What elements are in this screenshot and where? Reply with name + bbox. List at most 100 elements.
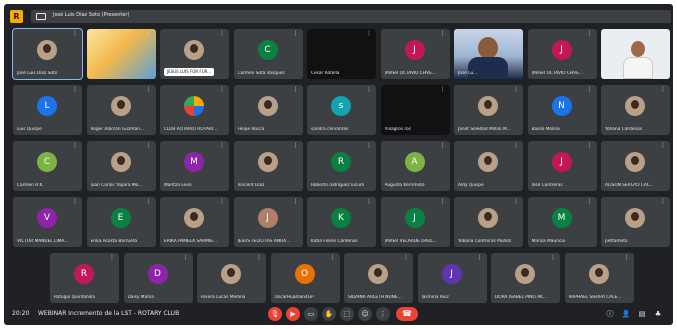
participant-tile[interactable]: ⋮ pettamoto (601, 197, 670, 247)
more-options-icon[interactable]: ⋮ (146, 31, 152, 37)
more-options-icon[interactable]: ⋮ (477, 255, 483, 261)
more-options-icon[interactable]: ⋮ (366, 143, 372, 149)
participant-tile[interactable]: C ⋮ Carmen Sota Vasquez (233, 29, 303, 79)
more-options-icon[interactable]: ⋮ (219, 143, 225, 149)
participant-tile[interactable]: ⋮ Aldy Quispe (454, 141, 523, 191)
more-options-icon[interactable]: ⋮ (219, 87, 225, 93)
participant-tile[interactable]: L ⋮ Luis Quispe (13, 85, 82, 135)
participant-tile[interactable]: J ⋮ Jasmina Ruiz (417, 253, 487, 303)
more-options-icon[interactable]: ⋮ (587, 87, 593, 93)
mic-off-icon[interactable]: 🎙 (268, 307, 282, 321)
more-options-icon[interactable]: ⋮ (219, 31, 225, 37)
more-options-icon[interactable]: ⋮ (183, 255, 189, 261)
participant-tile[interactable]: R ⋮ Rafugio Quintanilla (50, 253, 119, 303)
more-options-icon[interactable]: ⋮ (72, 31, 78, 37)
more-options-icon[interactable]: ⋮ (440, 31, 446, 37)
more-options-icon[interactable]: ⋮ (256, 255, 262, 261)
participant-tile[interactable]: ⋮ (601, 29, 670, 79)
participant-tile[interactable]: A ⋮ Augusto Kerrimoto (380, 141, 450, 191)
participant-tile[interactable]: C ⋮ Carmen R.K. (13, 141, 82, 191)
participant-tile[interactable]: ⋮ Juan Carlos Yapara Mo... (86, 141, 156, 191)
participant-tile[interactable]: K ⋮ Katia Flores Cardenas (307, 197, 376, 247)
participant-tile[interactable]: O ⋮ OscarHuaman4GP (270, 253, 340, 303)
more-options-icon[interactable]: ⋮ (146, 199, 152, 205)
more-options-icon[interactable]: ⋮ (72, 143, 78, 149)
participant-tile[interactable]: ⋮ Cesar Rotella (307, 29, 376, 79)
participant-tile[interactable]: J ⋮ JAVIER OCTAVIO CHVE... (380, 29, 450, 79)
more-options-icon[interactable]: ⋮ (513, 87, 519, 93)
more-options-icon[interactable]: ⋮ (109, 255, 115, 261)
more-options-icon[interactable]: ⋮ (146, 87, 152, 93)
chat-icon[interactable]: ▤ (637, 309, 647, 319)
hand-icon[interactable]: ✋ (322, 307, 336, 321)
participant-tile[interactable]: J ⋮ José Contreras (527, 141, 597, 191)
end-call-button[interactable]: ☎ (396, 307, 418, 321)
participant-tile[interactable]: J ⋮ JAVIER OCTAVIO CHVE... (527, 29, 597, 79)
more-options-icon[interactable]: ⋮ (293, 199, 299, 205)
emoji-icon[interactable]: ☺ (358, 307, 372, 321)
participant-tile[interactable]: N ⋮ Basilo Molina (527, 85, 597, 135)
more-options-icon[interactable]: ⋮ (513, 143, 519, 149)
people-icon[interactable]: 👤 (621, 309, 631, 319)
participant-tile[interactable]: ⋮ ERIKA PAMELA SARMIE... (160, 197, 229, 247)
more-options-icon[interactable]: ⋮ (440, 143, 446, 149)
participant-tile[interactable]: J ⋮ JESUS FELICITAS ANUA... (233, 197, 303, 247)
participant-tile[interactable]: D ⋮ Daisy Mama (123, 253, 193, 303)
participant-tile[interactable]: M ⋮ Maritza Leon (160, 141, 229, 191)
participant-tile[interactable]: ⋮ DORA ISABEL PINO AK... (491, 253, 560, 303)
more-options-icon[interactable]: ⋮ (440, 199, 446, 205)
participant-tile[interactable]: M ⋮ Marisa Mauricio (527, 197, 597, 247)
participant-tile[interactable]: ⋮ milagros ros (380, 85, 450, 135)
presentation-banner[interactable]: José Luis Díaz Soto (Presenter) (31, 10, 671, 23)
more-options-icon[interactable]: ⋮ (660, 31, 666, 37)
more-icon[interactable]: ⋮ (376, 307, 390, 321)
more-options-icon[interactable]: ⋮ (219, 199, 225, 205)
participant-tile[interactable]: R ⋮ Roberto rodríguez lucum (307, 141, 376, 191)
participant-tile[interactable]: ⋮ Yohana Cárdenas (601, 85, 670, 135)
more-options-icon[interactable]: ⋮ (366, 31, 372, 37)
more-options-icon[interactable]: ⋮ (293, 87, 299, 93)
more-options-icon[interactable]: ⋮ (587, 31, 593, 37)
participant-tile[interactable]: ⋮ Yobana Contreras Muñoz (454, 197, 523, 247)
participant-tile[interactable]: ⋮ ALISON SERGYO CAC... (601, 141, 670, 191)
more-options-icon[interactable]: ⋮ (587, 143, 593, 149)
participant-tile[interactable]: ⋮ Janet Soledad Millán M... (454, 85, 523, 135)
participant-tile[interactable]: ⋮ JESUS LUIS FOR FUR... (160, 29, 229, 79)
participant-tile[interactable]: s ⋮ sandra cervantes (307, 85, 376, 135)
more-options-icon[interactable]: ⋮ (72, 199, 78, 205)
more-options-icon[interactable]: ⋮ (366, 87, 372, 93)
participant-tile[interactable]: ⋮ RAPHAEL SIERRA CALE... (564, 253, 634, 303)
more-options-icon[interactable]: ⋮ (403, 255, 409, 261)
participant-tile[interactable]: ⋮ José Lu... (454, 29, 523, 79)
participant-tile[interactable]: ⋮ Roger Alarcón Guzmán... (86, 85, 156, 135)
more-options-icon[interactable]: ⋮ (550, 255, 556, 261)
more-options-icon[interactable]: ⋮ (293, 143, 299, 149)
more-options-icon[interactable]: ⋮ (366, 199, 372, 205)
camera-off-icon[interactable]: ▶ (286, 307, 300, 321)
participant-tile[interactable]: J ⋮ JAVIER VELARDE DAUL... (380, 197, 450, 247)
participant-tile[interactable]: ⋮ (86, 29, 156, 79)
participant-tile[interactable]: E ⋮ Erika Acosta Barrueta (86, 197, 156, 247)
participant-tile[interactable]: ⋮ CLUB ROTARIO ROTARI... (160, 85, 229, 135)
participant-tile[interactable]: V ⋮ VICTOR MANUEL LIMA... (13, 197, 82, 247)
participant-tile[interactable]: ⋮ SILVANA ARLETH NUÑE... (344, 253, 413, 303)
participant-tile[interactable]: ⋮ Felipe Rocca (233, 85, 303, 135)
more-options-icon[interactable]: ⋮ (660, 199, 666, 205)
more-options-icon[interactable]: ⋮ (587, 199, 593, 205)
more-options-icon[interactable]: ⋮ (513, 199, 519, 205)
more-options-icon[interactable]: ⋮ (440, 87, 446, 93)
present-icon[interactable]: ⬚ (340, 307, 354, 321)
captions-icon[interactable]: ▭ (304, 307, 318, 321)
participant-tile[interactable]: ⋮ José Luis Díaz Soto (12, 28, 83, 80)
activities-icon[interactable]: ♣ (653, 309, 663, 319)
more-options-icon[interactable]: ⋮ (72, 87, 78, 93)
info-icon[interactable]: ⓘ (605, 309, 615, 319)
more-options-icon[interactable]: ⋮ (293, 31, 299, 37)
more-options-icon[interactable]: ⋮ (660, 87, 666, 93)
more-options-icon[interactable]: ⋮ (146, 143, 152, 149)
more-options-icon[interactable]: ⋮ (513, 31, 519, 37)
more-options-icon[interactable]: ⋮ (624, 255, 630, 261)
participant-tile[interactable]: ⋮ Rivera Lucas Medina (197, 253, 266, 303)
more-options-icon[interactable]: ⋮ (660, 143, 666, 149)
more-options-icon[interactable]: ⋮ (330, 255, 336, 261)
